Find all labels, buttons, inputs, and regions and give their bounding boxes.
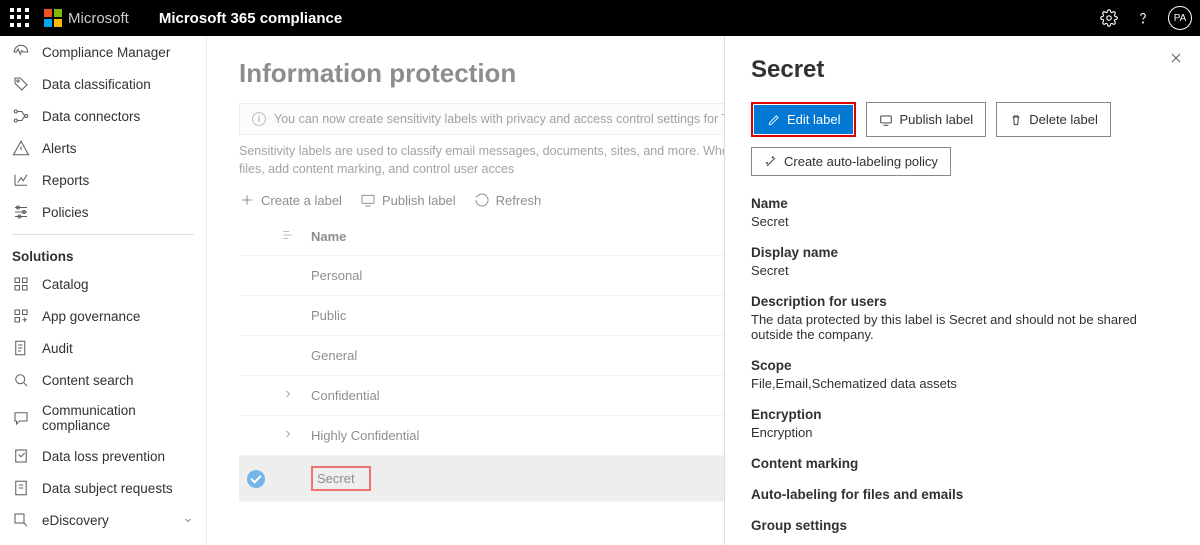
nav-label: Data loss prevention: [42, 449, 165, 464]
refresh-icon: [474, 192, 490, 208]
panel-title: Secret: [751, 56, 1174, 84]
nav-label: Communication compliance: [42, 403, 194, 433]
alert-icon: [12, 139, 30, 157]
prop-label: Scope: [751, 358, 1174, 373]
audit-icon: [12, 339, 30, 357]
ms-logo-icon: [44, 9, 62, 27]
highlighted-name: Secret: [311, 466, 371, 491]
sidebar: Compliance Manager Data classification Dat…: [0, 36, 207, 545]
user-avatar[interactable]: PA: [1168, 6, 1192, 30]
nav-item-information-governance[interactable]: Information governance: [0, 536, 206, 545]
trash-icon: [1009, 113, 1023, 127]
grid-icon: [12, 275, 30, 293]
apps-icon: [12, 307, 30, 325]
prop-label: Group settings: [751, 518, 1174, 533]
nav-item-content-search[interactable]: Content search: [0, 364, 206, 396]
nav-item-data-connectors[interactable]: Data connectors: [0, 100, 206, 132]
settings-icon[interactable]: [1100, 9, 1118, 27]
close-icon[interactable]: [1168, 50, 1184, 66]
tag-icon: [12, 75, 30, 93]
nav-separator: [12, 234, 194, 235]
sort-icon[interactable]: [281, 228, 295, 242]
wand-icon: [764, 155, 778, 169]
nav-item-app-governance[interactable]: App governance: [0, 300, 206, 332]
search-icon: [12, 371, 30, 389]
nav-item-alerts[interactable]: Alerts: [0, 132, 206, 164]
prop-value: Secret: [751, 214, 1174, 229]
plus-icon: [239, 192, 255, 208]
main-content: Information protection i You can now cre…: [207, 36, 1200, 545]
refresh-button[interactable]: Refresh: [474, 192, 542, 208]
prop-label: Encryption: [751, 407, 1174, 422]
nav-label: Content search: [42, 373, 134, 388]
solutions-heading: Solutions: [0, 241, 206, 268]
nav-item-data-subject-requests[interactable]: Data subject requests: [0, 472, 206, 504]
ediscovery-icon: [12, 511, 30, 529]
nav-item-reports[interactable]: Reports: [0, 164, 206, 196]
topbar: Microsoft Microsoft 365 compliance PA: [0, 0, 1200, 36]
nav-item-communication-compliance[interactable]: Communication compliance: [0, 396, 206, 440]
nav-label: Audit: [42, 341, 73, 356]
publish-label-panel-button[interactable]: Publish label: [866, 102, 986, 137]
connector-icon: [12, 107, 30, 125]
edit-highlight: Edit label: [751, 102, 856, 137]
prop-label: Auto-labeling for files and emails: [751, 487, 1174, 502]
chevron-right-icon[interactable]: [282, 388, 294, 400]
nav-label: Alerts: [42, 141, 77, 156]
nav-label: Reports: [42, 173, 89, 188]
brand-text: Microsoft: [68, 10, 129, 27]
nav-label: Catalog: [42, 277, 89, 292]
nav-label: Data subject requests: [42, 481, 173, 496]
prop-label: Description for users: [751, 294, 1174, 309]
nav-item-audit[interactable]: Audit: [0, 332, 206, 364]
app-launcher-icon[interactable]: [10, 8, 30, 28]
edit-label-button[interactable]: Edit label: [754, 105, 853, 134]
prop-label: Display name: [751, 245, 1174, 260]
nav-label: Policies: [42, 205, 89, 220]
dlp-icon: [12, 447, 30, 465]
prop-value: File,Email,Schematized data assets: [751, 376, 1174, 391]
nav-item-catalog[interactable]: Catalog: [0, 268, 206, 300]
nav-label: Compliance Manager: [42, 45, 170, 60]
row-checked-icon[interactable]: [247, 470, 265, 488]
chevron-down-icon: [182, 514, 194, 526]
delete-label-button[interactable]: Delete label: [996, 102, 1111, 137]
pencil-icon: [767, 113, 781, 127]
publish-icon: [360, 192, 376, 208]
nav-item-compliance-manager[interactable]: Compliance Manager: [0, 36, 206, 68]
help-icon[interactable]: [1134, 9, 1152, 27]
nav-label: eDiscovery: [42, 513, 109, 528]
chart-icon: [12, 171, 30, 189]
gauge-icon: [12, 43, 30, 61]
sliders-icon: [12, 203, 30, 221]
nav-label: Data connectors: [42, 109, 140, 124]
chevron-right-icon[interactable]: [282, 428, 294, 440]
ms-logo: Microsoft: [44, 9, 129, 27]
nav-label: Data classification: [42, 77, 151, 92]
chat-icon: [12, 409, 30, 427]
publish-icon: [879, 113, 893, 127]
prop-value: Secret: [751, 263, 1174, 278]
app-title: Microsoft 365 compliance: [159, 10, 342, 27]
prop-label: Name: [751, 196, 1174, 211]
nav-label: App governance: [42, 309, 140, 324]
details-panel: Secret Edit label Publish label Delete l…: [724, 36, 1200, 545]
nav-item-data-classification[interactable]: Data classification: [0, 68, 206, 100]
prop-value: The data protected by this label is Secr…: [751, 312, 1174, 342]
nav-item-policies[interactable]: Policies: [0, 196, 206, 228]
publish-label-button[interactable]: Publish label: [360, 192, 456, 208]
prop-value: Encryption: [751, 425, 1174, 440]
info-icon: i: [252, 112, 266, 126]
nav-item-data-loss-prevention[interactable]: Data loss prevention: [0, 440, 206, 472]
nav-item-ediscovery[interactable]: eDiscovery: [0, 504, 206, 536]
create-autolabeling-button[interactable]: Create auto-labeling policy: [751, 147, 951, 176]
create-label-button[interactable]: Create a label: [239, 192, 342, 208]
request-icon: [12, 479, 30, 497]
prop-label: Content marking: [751, 456, 1174, 471]
